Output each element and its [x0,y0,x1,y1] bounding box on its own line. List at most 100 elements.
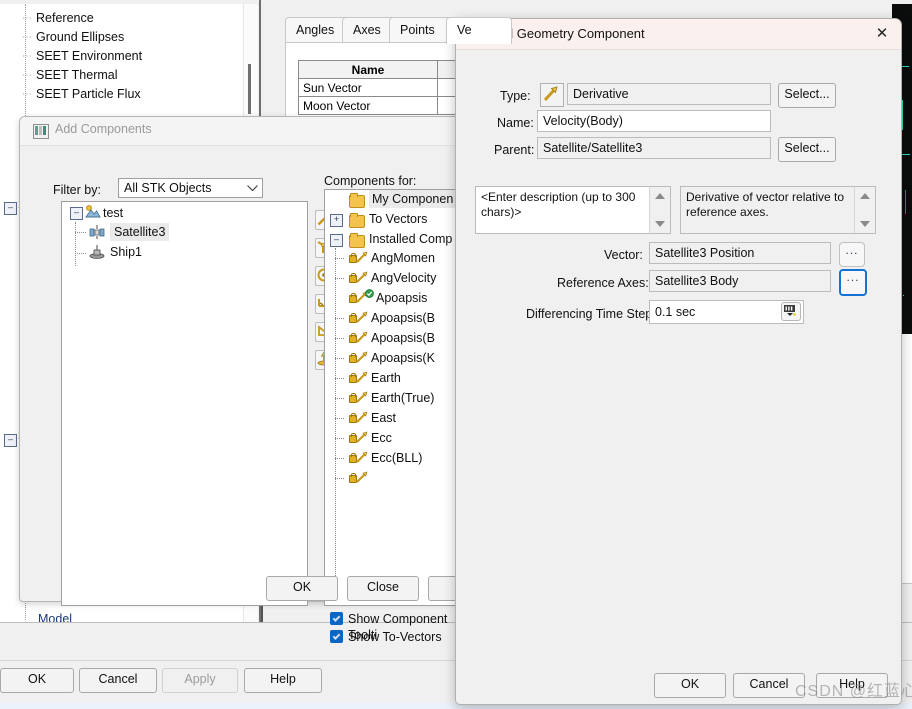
window-apply-button: Apply [162,668,238,693]
add-geometry-component-dialog: Add Geometry Component ✕ Type: Derivativ… [455,18,902,705]
vector-icon [356,331,368,343]
check-badge-icon [365,289,374,298]
cell-name: Moon Vector [298,96,438,115]
watermark: CSDN @红蓝心 [795,683,912,700]
tree-node-label[interactable]: Earth [371,369,401,387]
show-to-vectors-label: Show To-Vectors [348,630,442,644]
show-to-vectors-checkbox[interactable] [330,630,343,643]
window-ok-button[interactable]: OK [0,668,74,693]
tree-node-to-vectors[interactable]: To Vectors [369,210,427,228]
tree-item-seet-environment[interactable]: SEET Environment [36,47,142,66]
type-select-button[interactable]: Select... [778,83,836,108]
tree-item-ground-ellipses[interactable]: Ground Ellipses [36,28,124,47]
tree-expander-3[interactable]: – [4,434,17,447]
tree-guide [75,253,86,254]
tree-guide [75,232,86,233]
tree-item-seet-particle-flux[interactable]: SEET Particle Flux [36,85,141,104]
geometry-title-bar[interactable]: Add Geometry Component ✕ [456,19,901,50]
name-label: Name: [497,116,534,130]
tree-node-ship1[interactable]: Ship1 [110,243,142,261]
geometry-dialog-title: Add Geometry Component [490,26,645,41]
tree-node-label[interactable]: Ecc(BLL) [371,449,422,467]
scroll-down-icon[interactable] [860,221,870,227]
vector-icon [356,451,368,463]
vector-arrow-icon [543,86,558,102]
show-component-tooltips-checkbox[interactable] [330,612,343,625]
tree-node-test[interactable]: test [103,204,123,222]
geometry-ok-button[interactable]: OK [654,673,726,698]
tree-node-my-components[interactable]: My Componen [369,190,457,208]
tree-node-installed-components[interactable]: Installed Comp [369,230,452,248]
scrollbar-thumb[interactable] [248,64,251,114]
filter-by-select[interactable]: All STK Objects [118,178,263,198]
scroll-down-icon[interactable] [655,221,665,227]
parent-label: Parent: [494,143,535,157]
folder-icon [349,193,365,208]
tab-vectors[interactable]: Ve [446,17,512,44]
tree-expander-2[interactable]: – [4,202,17,215]
scroll-up-icon[interactable] [655,193,665,199]
window-help-button[interactable]: Help [244,668,322,693]
reference-axes-browse-button[interactable]: ... [839,269,867,296]
tree-guide [75,222,76,266]
scroll-up-icon[interactable] [860,193,870,199]
tree-node-label[interactable]: East [371,409,396,427]
window-cancel-button[interactable]: Cancel [79,668,157,693]
tree-node-satellite3[interactable]: Satellite3 [110,223,170,241]
chevron-down-icon [247,185,258,192]
tree-expander-test[interactable]: – [70,207,83,220]
close-icon[interactable]: ✕ [871,24,893,44]
vector-icon [356,311,368,323]
vector-icon [356,351,368,363]
tree-node-label[interactable]: Apoapsis(B [371,329,435,347]
tree-item-seet-thermal[interactable]: SEET Thermal [36,66,118,85]
type-description-scrollbar[interactable] [854,187,875,233]
stk-objects-tree[interactable]: – test Satellite3 Ship1 [61,201,308,606]
parent-field: Satellite/Satellite3 [537,137,771,159]
type-label: Type: [500,89,531,103]
tree-node-label[interactable]: AngVelocity [371,269,436,287]
tree-node-label[interactable]: Ecc [371,429,392,447]
units-glyph-icon [784,305,796,316]
type-description-box: Derivative of vector relative to referen… [680,186,876,234]
tree-node-label[interactable]: Apoapsis [376,289,427,307]
vector-icon [356,471,368,483]
components-close-button[interactable]: Close [347,576,419,601]
show-component-tooltips-row[interactable]: Show Component Toolti [330,611,464,642]
add-components-title-bar[interactable]: Add Components [20,117,464,146]
tree-dash: ⋯ [22,32,32,43]
tree-node-label[interactable]: Earth(True) [371,389,434,407]
vector-icon [356,411,368,423]
add-components-dialog: Add Components Filter by: All STK Object… [19,116,500,644]
type-description-text: Derivative of vector relative to referen… [686,190,845,219]
type-icon-box [540,83,564,107]
name-input[interactable]: Velocity(Body) [537,110,771,132]
tree-item-reference[interactable]: Reference [36,9,94,28]
tree-node-label[interactable]: AngMomen [371,249,435,267]
tree-dash: ⋯ [22,89,32,100]
app-icon [33,124,49,139]
vector-icon [356,271,368,283]
vector-icon [356,251,368,263]
folder-icon [349,233,365,248]
vector-field: Satellite3 Position [649,242,831,264]
tree-expander-installed[interactable]: – [330,234,343,247]
tree-dash: ⋯ [22,70,32,81]
parent-select-button[interactable]: Select... [778,137,836,162]
components-ok-button[interactable]: OK [266,576,338,601]
add-components-title: Add Components [55,122,152,136]
components-tree[interactable]: My Componen + To Vectors – Installed Com… [324,189,462,606]
description-scrollbar[interactable] [649,187,670,233]
vector-icon [356,371,368,383]
reference-axes-label: Reference Axes: [557,276,649,290]
tree-node-label[interactable]: Apoapsis(B [371,309,435,327]
satellite-icon [89,225,105,239]
tree-expander-to-vectors[interactable]: + [330,214,343,227]
show-to-vectors-row[interactable]: Show To-Vectors [330,629,442,645]
differencing-time-step-label: Differencing Time Step: [526,307,656,321]
vector-browse-button[interactable]: ... [839,242,865,267]
description-input[interactable]: <Enter description (up to 300 chars)> [475,186,671,234]
units-spinner-icon[interactable] [781,302,801,321]
tree-node-label[interactable]: Apoapsis(K [371,349,435,367]
model-label: Model [38,612,73,626]
